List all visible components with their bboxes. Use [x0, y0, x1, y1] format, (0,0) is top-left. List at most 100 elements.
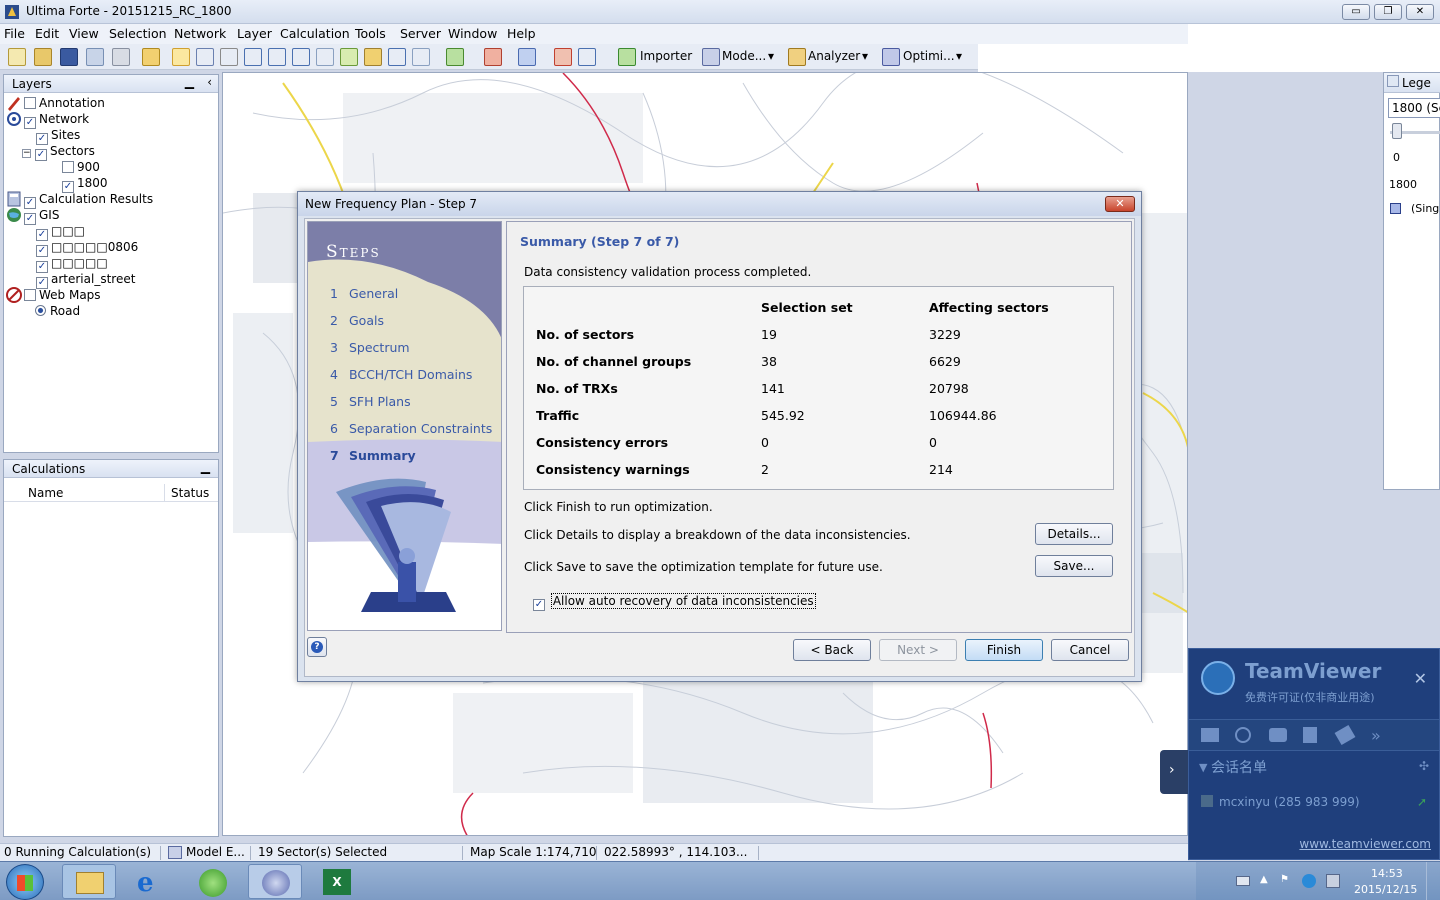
zoom-extent-icon[interactable]: [292, 48, 310, 66]
step-goals[interactable]: 2 Goals: [330, 313, 384, 328]
chevron-down-icon[interactable]: ▾: [956, 49, 962, 63]
teamviewer-expand-button[interactable]: ›: [1160, 750, 1188, 794]
headset-icon[interactable]: [1235, 727, 1251, 743]
chevron-down-icon[interactable]: ▼: [1199, 761, 1207, 774]
step-general[interactable]: 1 General: [330, 286, 398, 301]
layer-gis-3[interactable]: □□□□□: [36, 256, 108, 273]
menu-file[interactable]: File: [4, 26, 25, 41]
explorer-taskbar-button[interactable]: [62, 864, 116, 899]
menu-calculation[interactable]: Calculation: [280, 26, 350, 41]
transfer-icon[interactable]: [554, 48, 572, 66]
dialog-close-button[interactable]: ✕: [1105, 196, 1135, 212]
find-icon[interactable]: [86, 48, 104, 66]
network-checkbox[interactable]: [24, 117, 36, 129]
minimize-icon[interactable]: ▁: [201, 460, 210, 474]
connect-icon[interactable]: ➚: [1417, 795, 1427, 809]
layer-gis-2[interactable]: □□□□□0806: [36, 240, 138, 257]
file-icon[interactable]: [1303, 727, 1317, 743]
route-icon[interactable]: [518, 48, 536, 66]
flag-icon[interactable]: ⚑: [1280, 874, 1289, 885]
annotation-checkbox[interactable]: [24, 97, 36, 109]
details-button[interactable]: Details...: [1035, 523, 1113, 545]
collapse-left-icon[interactable]: ‹: [207, 75, 212, 89]
layer-900[interactable]: 900: [62, 160, 100, 176]
step-spectrum[interactable]: 3 Spectrum: [330, 340, 410, 355]
signal-icon[interactable]: [578, 48, 596, 66]
menu-server[interactable]: Server: [400, 26, 441, 41]
teamviewer-link[interactable]: www.teamviewer.com: [1299, 837, 1431, 851]
column-name[interactable]: Name: [28, 486, 63, 500]
cancel-button[interactable]: Cancel: [1051, 639, 1129, 661]
legend-select[interactable]: 1800 (Se: [1388, 98, 1440, 118]
filter-clear-icon[interactable]: [412, 48, 430, 66]
chevron-down-icon[interactable]: ▾: [862, 49, 868, 63]
layer-network[interactable]: Network: [24, 112, 89, 129]
step-bcch-tch-domains[interactable]: 4 BCCH/TCH Domains: [330, 367, 472, 382]
step-summary[interactable]: 7 Summary: [330, 448, 416, 463]
menu-edit[interactable]: Edit: [35, 26, 59, 41]
restore-button[interactable]: ❐: [1374, 4, 1402, 20]
show-desktop-button[interactable]: [1426, 862, 1440, 900]
more-icon[interactable]: »: [1371, 726, 1381, 745]
tools-icon[interactable]: [1334, 724, 1356, 746]
keyboard-icon[interactable]: [1236, 876, 1250, 886]
legend-slider-thumb[interactable]: [1392, 123, 1402, 139]
save-button[interactable]: Save...: [1035, 555, 1113, 577]
back-button[interactable]: < Back: [793, 639, 871, 661]
start-button[interactable]: [6, 864, 44, 900]
chat-icon[interactable]: [1269, 728, 1287, 742]
collapse-icon[interactable]: −: [22, 149, 31, 158]
menu-window[interactable]: Window: [448, 26, 497, 41]
chevron-down-icon[interactable]: ▾: [768, 49, 774, 63]
menu-view[interactable]: View: [69, 26, 99, 41]
sync-taskbar-button[interactable]: [186, 864, 240, 899]
tray-expand-icon[interactable]: ▲: [1260, 874, 1268, 885]
zoom-in-icon[interactable]: [244, 48, 262, 66]
menu-selection[interactable]: Selection: [109, 26, 167, 41]
select-arrow-icon[interactable]: [172, 48, 190, 66]
print-icon[interactable]: [112, 48, 130, 66]
clock-time[interactable]: 14:53: [1371, 867, 1403, 880]
pan-hand-icon[interactable]: [220, 48, 238, 66]
column-status[interactable]: Status: [171, 486, 209, 500]
fit-view-icon[interactable]: [340, 48, 358, 66]
layer-sectors[interactable]: −Sectors: [22, 144, 95, 161]
network-tool-icon[interactable]: [484, 48, 502, 66]
layer-sites[interactable]: Sites: [36, 128, 80, 145]
sectors-checkbox[interactable]: [35, 149, 47, 161]
minimize-button[interactable]: ▭: [1342, 4, 1370, 20]
clock-date[interactable]: 2015/12/15: [1354, 883, 1417, 896]
model-menu-button[interactable]: Mode...: [722, 49, 766, 63]
analyzer-menu-button[interactable]: Analyzer: [808, 49, 860, 63]
menu-layer[interactable]: Layer: [237, 26, 272, 41]
ie-taskbar-button[interactable]: e: [124, 864, 178, 899]
band-900-checkbox[interactable]: [62, 161, 74, 173]
lasso-icon[interactable]: [196, 48, 214, 66]
open-folder-icon[interactable]: [34, 48, 52, 66]
auto-recovery-checkbox[interactable]: [533, 599, 545, 611]
step-sfh-plans[interactable]: 5 SFH Plans: [330, 394, 411, 409]
gis-checkbox[interactable]: [24, 213, 36, 225]
layer-1800[interactable]: 1800: [62, 176, 108, 193]
layer-gis-1[interactable]: □□□: [36, 224, 85, 241]
layer-annotation[interactable]: Annotation: [24, 96, 105, 112]
finish-button[interactable]: Finish: [965, 639, 1043, 661]
settings-icon[interactable]: ✣: [1419, 759, 1429, 773]
help-button[interactable]: ?: [307, 637, 327, 657]
excel-taskbar-button[interactable]: X: [310, 864, 364, 899]
layer-calculation-results[interactable]: Calculation Results: [24, 192, 153, 209]
optimizer-menu-button[interactable]: Optimi...: [903, 49, 955, 63]
contact-entry[interactable]: mcxinyu (285 983 999): [1219, 795, 1360, 809]
refresh-icon[interactable]: [446, 48, 464, 66]
zoom-out-icon[interactable]: [268, 48, 286, 66]
properties-icon[interactable]: [142, 48, 160, 66]
menu-network[interactable]: Network: [174, 26, 226, 41]
web-maps-checkbox[interactable]: [24, 289, 36, 301]
teamviewer-tray-icon[interactable]: [1302, 874, 1316, 888]
video-icon[interactable]: [1201, 728, 1219, 742]
zoom-previous-icon[interactable]: [316, 48, 334, 66]
ultima-forte-taskbar-button[interactable]: [248, 864, 302, 899]
menu-help[interactable]: Help: [507, 26, 536, 41]
road-radio[interactable]: [35, 305, 46, 316]
layer-arterial-street[interactable]: arterial_street: [36, 272, 135, 289]
